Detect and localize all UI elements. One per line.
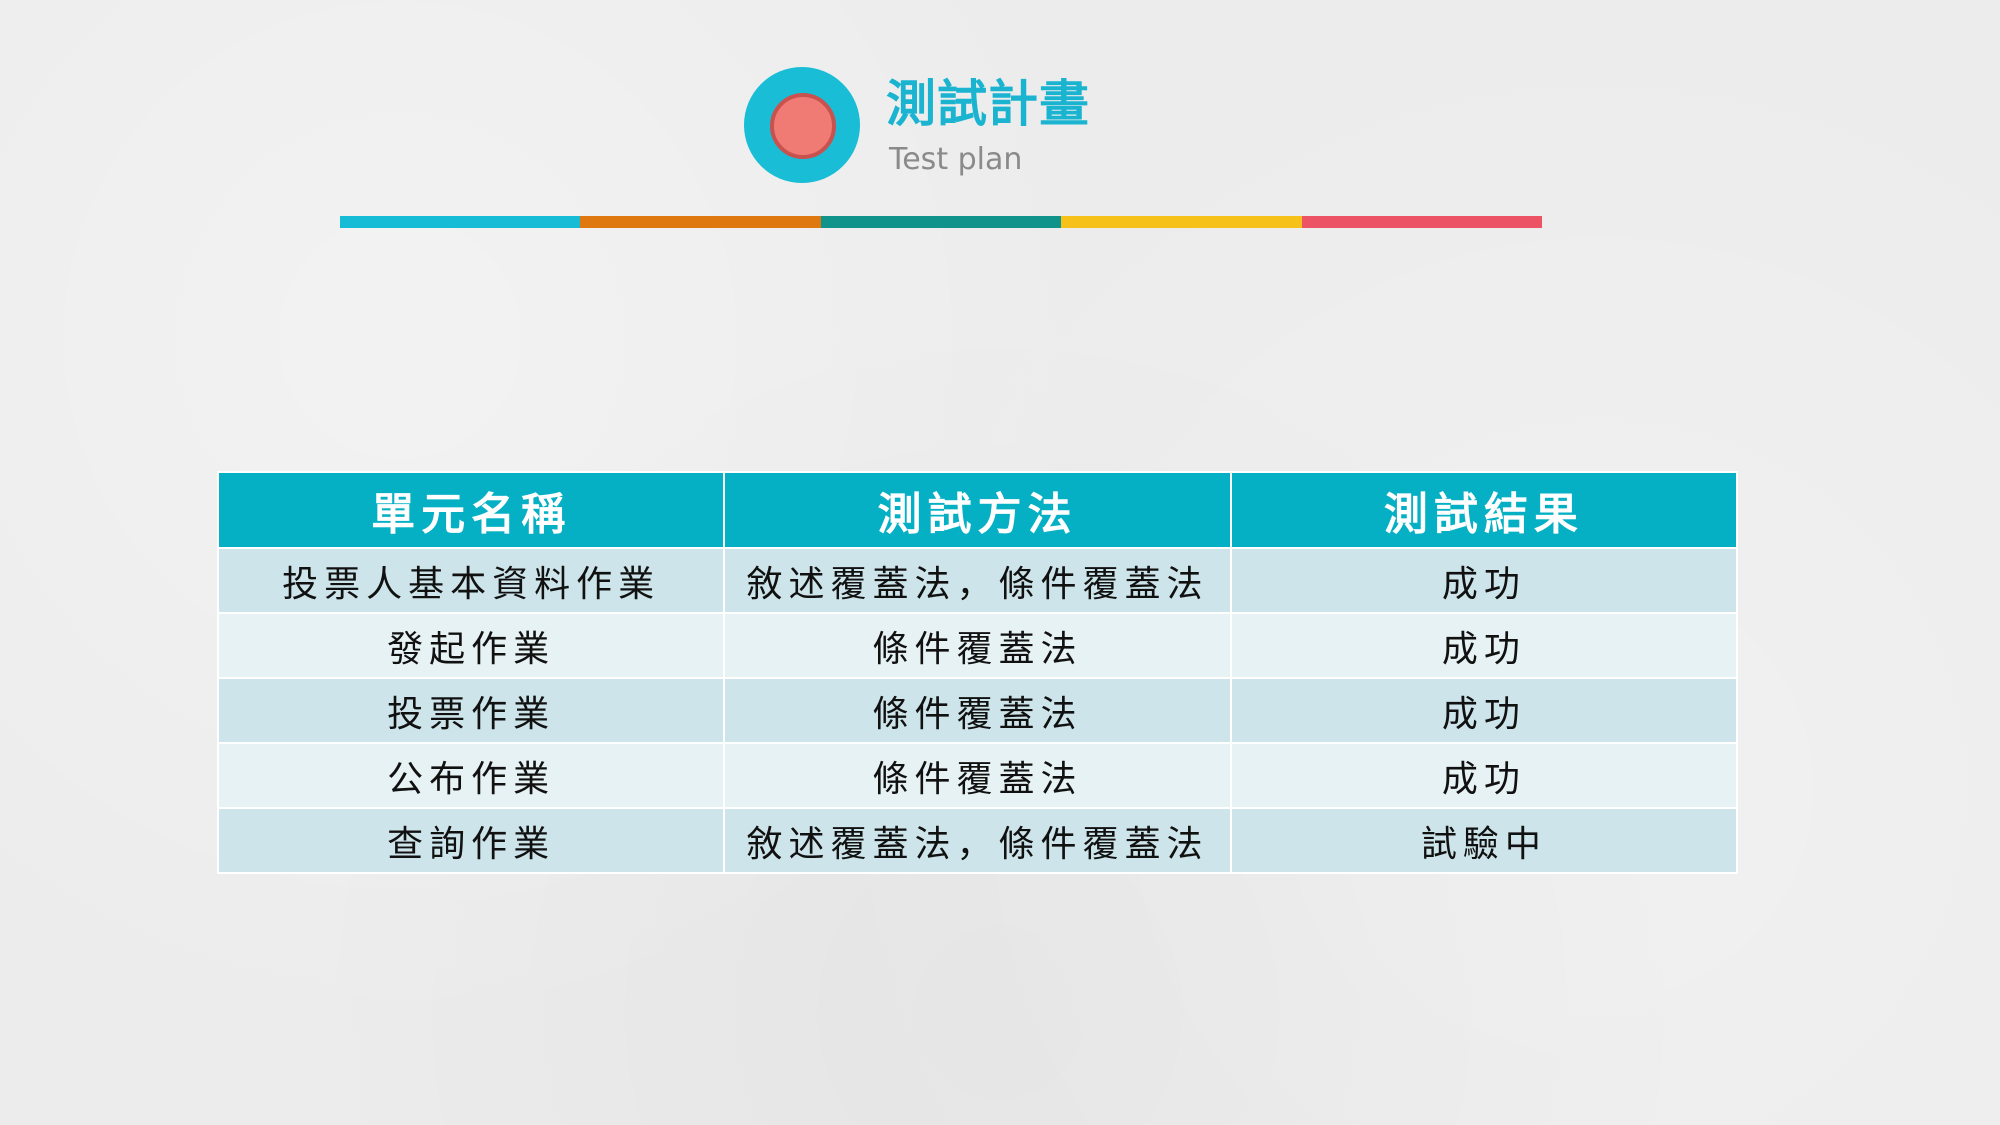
color-bar-segment (820, 216, 1062, 228)
table-header-row: 單元名稱 測試方法 測試結果 (216, 471, 1739, 549)
table-cell-test-method: 條件覆蓋法 (723, 742, 1232, 809)
table-cell-unit-name: 投票人基本資料作業 (216, 547, 726, 614)
table-row: 投票人基本資料作業 敘述覆蓋法，條件覆蓋法 成功 (216, 547, 1739, 614)
table-cell-test-result: 成功 (1229, 742, 1739, 809)
color-divider-bar (340, 216, 1543, 228)
table-row: 投票作業 條件覆蓋法 成功 (216, 677, 1739, 744)
table-cell-test-result: 成功 (1229, 612, 1739, 679)
page-subtitle: Test plan (889, 142, 1023, 177)
circle-target-icon (744, 67, 860, 183)
color-bar-segment (340, 216, 581, 228)
table-cell-unit-name: 發起作業 (216, 612, 726, 679)
column-header-test-method: 測試方法 (723, 471, 1232, 549)
color-bar-segment (580, 216, 821, 228)
table-cell-test-result: 試驗中 (1229, 807, 1739, 874)
color-bar-segment (1061, 216, 1302, 228)
color-bar-segment (1301, 216, 1543, 228)
table-cell-unit-name: 投票作業 (216, 677, 726, 744)
circle-target-inner (770, 93, 836, 159)
table-cell-test-method: 敘述覆蓋法，條件覆蓋法 (723, 547, 1232, 614)
table-cell-unit-name: 公布作業 (216, 742, 726, 809)
table-cell-unit-name: 查詢作業 (216, 807, 726, 874)
table-cell-test-result: 成功 (1229, 677, 1739, 744)
table-cell-test-result: 成功 (1229, 547, 1739, 614)
table-row: 查詢作業 敘述覆蓋法，條件覆蓋法 試驗中 (216, 807, 1739, 874)
table-cell-test-method: 敘述覆蓋法，條件覆蓋法 (723, 807, 1232, 874)
test-plan-table: 單元名稱 測試方法 測試結果 投票人基本資料作業 敘述覆蓋法，條件覆蓋法 成功 … (216, 471, 1739, 874)
column-header-test-result: 測試結果 (1229, 471, 1739, 549)
column-header-unit-name: 單元名稱 (216, 471, 726, 549)
table-row: 公布作業 條件覆蓋法 成功 (216, 742, 1739, 809)
table-cell-test-method: 條件覆蓋法 (723, 612, 1232, 679)
page-title: 測試計畫 (886, 75, 1090, 133)
table-cell-test-method: 條件覆蓋法 (723, 677, 1232, 744)
table-row: 發起作業 條件覆蓋法 成功 (216, 612, 1739, 679)
